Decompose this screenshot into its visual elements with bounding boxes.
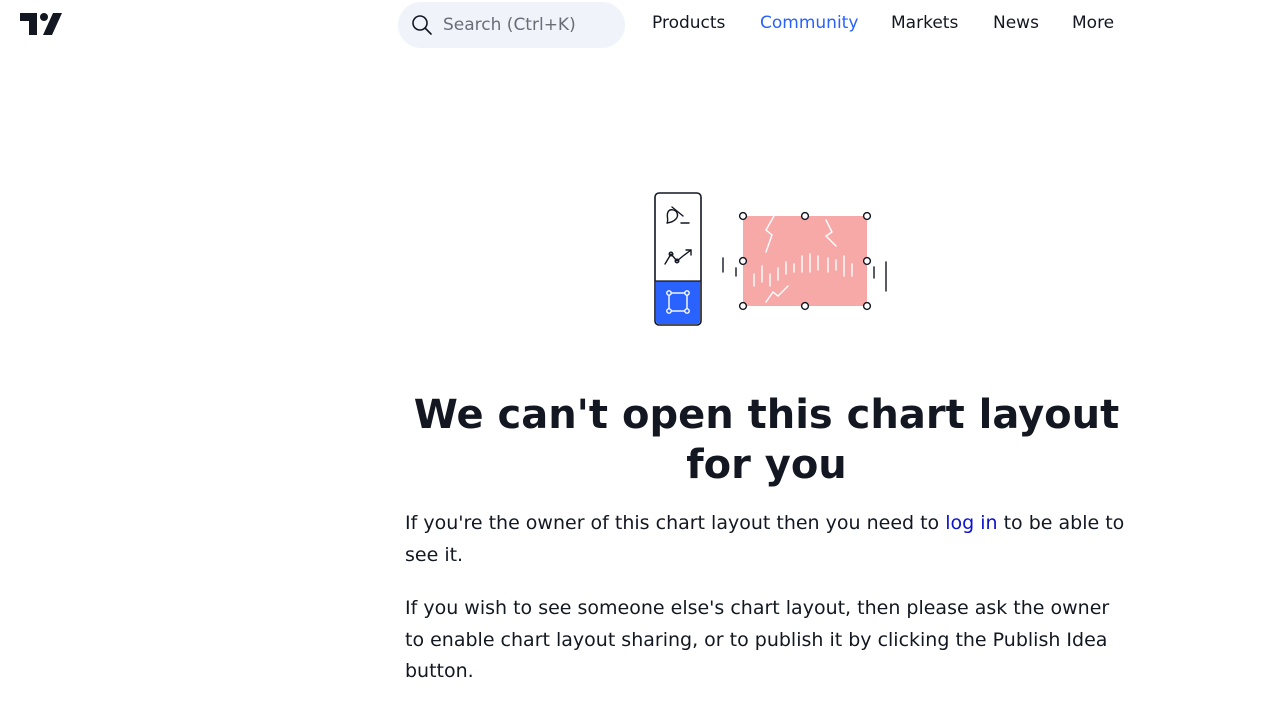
top-header: Search (Ctrl+K) Products Community Marke… xyxy=(0,0,1280,50)
sharing-message: If you wish to see someone else's chart … xyxy=(405,597,1110,682)
chart-layout-illustration xyxy=(654,192,887,326)
nav-more[interactable]: More xyxy=(1072,13,1114,33)
nav-news[interactable]: News xyxy=(993,13,1039,33)
nav-markets[interactable]: Markets xyxy=(891,13,958,33)
selected-area-graphic xyxy=(738,211,872,311)
toolbar-graphic xyxy=(654,192,702,326)
tradingview-logo-icon[interactable] xyxy=(20,13,62,35)
search-box[interactable]: Search (Ctrl+K) xyxy=(398,2,625,48)
page-title: We can't open this chart layout for you xyxy=(413,392,1120,488)
owner-message-text-before: If you're the owner of this chart layout… xyxy=(405,512,946,534)
login-link[interactable]: log in xyxy=(945,512,997,534)
search-placeholder: Search (Ctrl+K) xyxy=(443,15,576,35)
nav-products[interactable]: Products xyxy=(652,13,725,33)
owner-message: If you're the owner of this chart layout… xyxy=(405,508,1128,571)
nav-community[interactable]: Community xyxy=(760,13,858,33)
search-icon xyxy=(412,15,432,35)
